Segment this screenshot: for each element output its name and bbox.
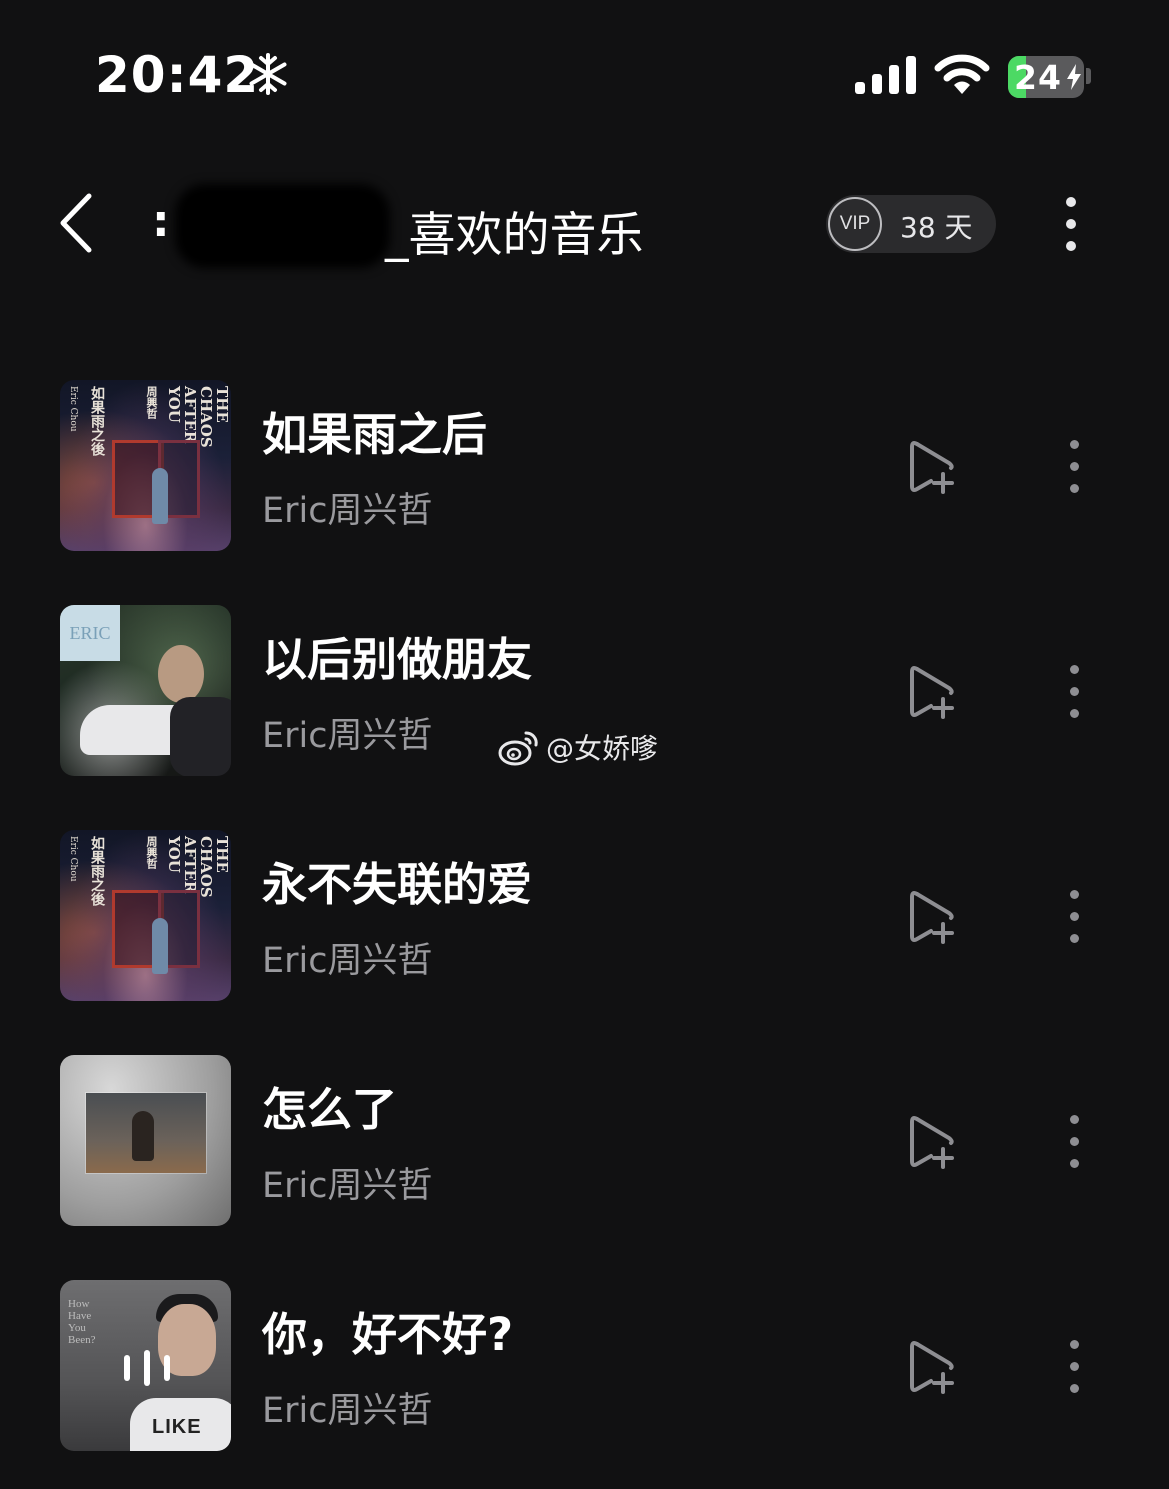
status-time: 20:42 <box>95 46 260 104</box>
add-to-queue-button[interactable] <box>905 661 963 723</box>
song-more-button[interactable] <box>1062 1336 1088 1396</box>
song-artist: Eric周兴哲 <box>262 941 433 981</box>
cover-figure <box>132 1111 154 1161</box>
playlist-screen: 20:42 24 : _喜欢的音乐 VIP 38 天 THE CHAOS AFT… <box>0 0 1169 1489</box>
cover-text: 周興哲 <box>145 836 158 869</box>
add-to-queue-button[interactable] <box>905 1111 963 1173</box>
more-vertical-icon <box>1066 197 1076 207</box>
vip-status-button[interactable]: VIP 38 天 <box>826 195 996 253</box>
cover-text: THE <box>213 386 231 423</box>
song-artist: Eric周兴哲 <box>262 1391 433 1431</box>
more-dot <box>1070 1159 1079 1168</box>
cover-text: CHAOS <box>197 386 215 448</box>
add-to-queue-button[interactable] <box>905 886 963 948</box>
cellular-signal-icon <box>855 56 916 94</box>
more-vertical-icon <box>1070 1115 1079 1124</box>
more-dot <box>1070 484 1079 493</box>
song-artist: Eric周兴哲 <box>262 716 433 756</box>
cover-figure <box>152 918 168 974</box>
cover-text: How Have You Been? <box>68 1298 96 1346</box>
vip-days-remaining: 38 天 <box>900 211 973 244</box>
more-dot <box>1066 219 1076 229</box>
cover-text: 周興哲 <box>145 386 158 419</box>
cover-jacket <box>170 697 231 776</box>
song-title: 怎么了 <box>262 1083 398 1136</box>
cover-text: ERIC <box>60 605 120 661</box>
title-prefix: : <box>152 196 170 247</box>
add-to-queue-button[interactable] <box>905 436 963 498</box>
song-more-button[interactable] <box>1062 436 1088 496</box>
add-to-queue-button[interactable] <box>905 1336 963 1398</box>
song-more-button[interactable] <box>1062 661 1088 721</box>
more-dot <box>1070 912 1079 921</box>
more-dot <box>1066 241 1076 251</box>
cover-text: 如果雨之後 <box>89 836 105 906</box>
cover-text: YOU <box>165 386 183 423</box>
back-button[interactable] <box>55 190 99 256</box>
song-title: 永不失联的爱 <box>262 858 533 911</box>
cover-text: AFTER <box>181 836 199 894</box>
song-artist: Eric周兴哲 <box>262 1166 433 1206</box>
charging-bolt-icon <box>1067 64 1081 90</box>
more-dot <box>1070 934 1079 943</box>
more-dot <box>1070 1362 1079 1371</box>
cover-text: 如果雨之後 <box>89 386 105 456</box>
vip-badge: VIP <box>828 197 882 251</box>
wifi-icon <box>934 54 990 94</box>
song-title: 你，好不好? <box>262 1308 514 1361</box>
snowflake-icon <box>249 53 287 95</box>
cover-text: THE <box>213 836 231 873</box>
more-vertical-icon <box>1070 890 1079 899</box>
more-vertical-icon <box>1070 665 1079 674</box>
redacted-username <box>175 184 390 268</box>
album-cover: THE CHAOS AFTER YOU 周興哲 如果雨之後 Eric Chou <box>60 380 231 551</box>
more-dot <box>1070 709 1079 718</box>
cover-text: Eric Chou <box>68 386 78 432</box>
battery-level: 24 <box>1014 58 1062 97</box>
song-row[interactable]: 怎么了 Eric周兴哲 <box>0 1055 1169 1227</box>
cover-text: YOU <box>165 836 183 873</box>
album-cover <box>60 1055 231 1226</box>
weibo-icon <box>498 731 538 766</box>
cover-text: AFTER <box>181 386 199 444</box>
cover-text: LIKE <box>152 1416 202 1438</box>
playlist-title: _喜欢的音乐 <box>385 208 644 263</box>
song-more-button[interactable] <box>1062 1111 1088 1171</box>
watermark-text: @女娇嗲 <box>546 732 659 765</box>
cover-text: Eric Chou <box>68 836 78 882</box>
album-cover: THE CHAOS AFTER YOU 周興哲 如果雨之後 Eric Chou <box>60 830 231 1001</box>
more-dot <box>1070 1137 1079 1146</box>
more-dot <box>1070 462 1079 471</box>
more-vertical-icon <box>1070 440 1079 449</box>
now-playing-icon <box>124 1350 170 1386</box>
cover-face <box>158 645 204 703</box>
song-row[interactable]: THE CHAOS AFTER YOU 周興哲 如果雨之後 Eric Chou … <box>0 830 1169 1002</box>
more-dot <box>1070 687 1079 696</box>
chevron-left-icon <box>60 193 92 253</box>
album-cover: How Have You Been? LIKE <box>60 1280 231 1451</box>
song-title: 如果雨之后 <box>262 408 488 461</box>
cover-text: CHAOS <box>197 836 215 898</box>
song-more-button[interactable] <box>1062 886 1088 946</box>
battery-indicator: 24 <box>1008 56 1084 98</box>
cover-figure <box>152 468 168 524</box>
battery-cap <box>1086 68 1091 84</box>
song-title: 以后别做朋友 <box>262 633 533 686</box>
more-options-button[interactable] <box>1058 195 1084 255</box>
more-vertical-icon <box>1070 1340 1079 1349</box>
song-artist: Eric周兴哲 <box>262 491 433 531</box>
song-row-playing[interactable]: How Have You Been? LIKE 你，好不好? Eric周兴哲 <box>0 1280 1169 1452</box>
album-cover: ERIC <box>60 605 231 776</box>
song-row[interactable]: THE CHAOS AFTER YOU 周興哲 如果雨之後 Eric Chou … <box>0 380 1169 552</box>
more-dot <box>1070 1384 1079 1393</box>
